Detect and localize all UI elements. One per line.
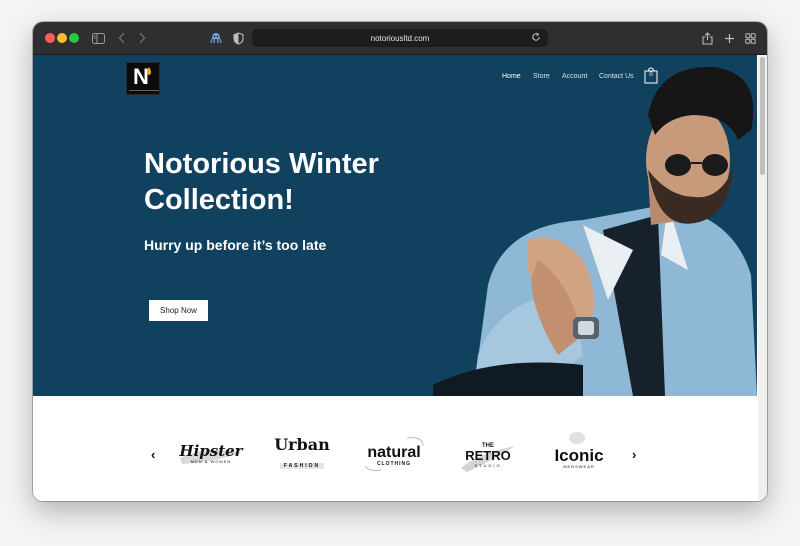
brand-name: RETRO: [465, 448, 511, 463]
shop-now-button[interactable]: Shop Now: [149, 300, 208, 321]
brand-name: natural: [367, 444, 421, 461]
brand-tagline: MEN & WOMEN: [190, 459, 232, 464]
hero-subtitle: Hurry up before it’s too late: [144, 237, 327, 253]
address-bar[interactable]: notoriousltd.com: [252, 29, 548, 47]
forward-icon[interactable]: [133, 29, 151, 47]
brand-tagline: STUDIO: [474, 463, 502, 468]
carousel-prev-icon[interactable]: ‹: [151, 447, 155, 462]
nav-contact-us[interactable]: Contact Us: [599, 73, 634, 80]
new-tab-icon[interactable]: [720, 29, 738, 47]
brand-tagline: MENSWEAR: [563, 464, 595, 469]
brand-the-retro[interactable]: THE RETRO STUDIO: [457, 436, 519, 476]
browser-toolbar: notoriousltd.com: [33, 22, 767, 55]
close-window-button[interactable]: [45, 33, 55, 43]
hero-title-line1: Notorious Winter: [144, 148, 379, 180]
shield-icon[interactable]: [229, 29, 247, 47]
tab-overview-icon[interactable]: [741, 29, 759, 47]
brand-name: Hipster: [179, 442, 243, 460]
zoom-window-button[interactable]: [69, 33, 79, 43]
hero-title: Notorious Winter Collection!: [144, 146, 424, 218]
hero-model-photo: [433, 66, 757, 396]
reload-icon[interactable]: [531, 32, 543, 44]
carousel-next-icon[interactable]: ›: [632, 447, 636, 462]
sidebar-icon[interactable]: [89, 29, 107, 47]
cart-icon[interactable]: 0: [644, 67, 658, 84]
page-viewport: N Home Store Account Contact Us 0 Notori…: [33, 55, 767, 501]
brand-iconic[interactable]: Iconic MENSWEAR: [549, 432, 609, 476]
speech-bubble-icon: [569, 432, 585, 444]
brand-tagline: CLOTHING: [376, 461, 412, 467]
hero-title-line2: Collection!: [144, 184, 294, 216]
scrollbar-thumb[interactable]: [760, 57, 765, 175]
extension-icon[interactable]: [207, 29, 225, 47]
hero-banner: N Home Store Account Contact Us 0 Notori…: [33, 55, 757, 396]
share-icon[interactable]: [698, 29, 716, 47]
brand-carousel: ‹ Hipster MEN & WOMEN Urban FASHION natu…: [33, 396, 757, 501]
minimize-window-button[interactable]: [57, 33, 67, 43]
brand-name: Urban: [274, 435, 330, 454]
nav-home[interactable]: Home: [502, 73, 521, 80]
nav-account[interactable]: Account: [562, 73, 587, 80]
brand-urban[interactable]: Urban FASHION: [269, 436, 335, 476]
brand-hipster[interactable]: Hipster MEN & WOMEN: [176, 436, 246, 476]
back-icon[interactable]: [113, 29, 131, 47]
brand-name: Iconic: [554, 446, 604, 465]
flame-icon: [147, 67, 151, 75]
brand-tagline: FASHION: [279, 463, 325, 469]
logo-underline: [129, 90, 159, 91]
cart-count: 0: [649, 72, 653, 78]
brand-natural[interactable]: natural CLOTHING: [359, 436, 429, 476]
nav-store[interactable]: Store: [533, 73, 550, 80]
browser-window: notoriousltd.com N Home Store Account Co…: [33, 22, 767, 501]
url-text: notoriousltd.com: [370, 33, 430, 43]
page-scrollbar[interactable]: [758, 55, 767, 501]
site-logo[interactable]: N: [126, 62, 160, 95]
